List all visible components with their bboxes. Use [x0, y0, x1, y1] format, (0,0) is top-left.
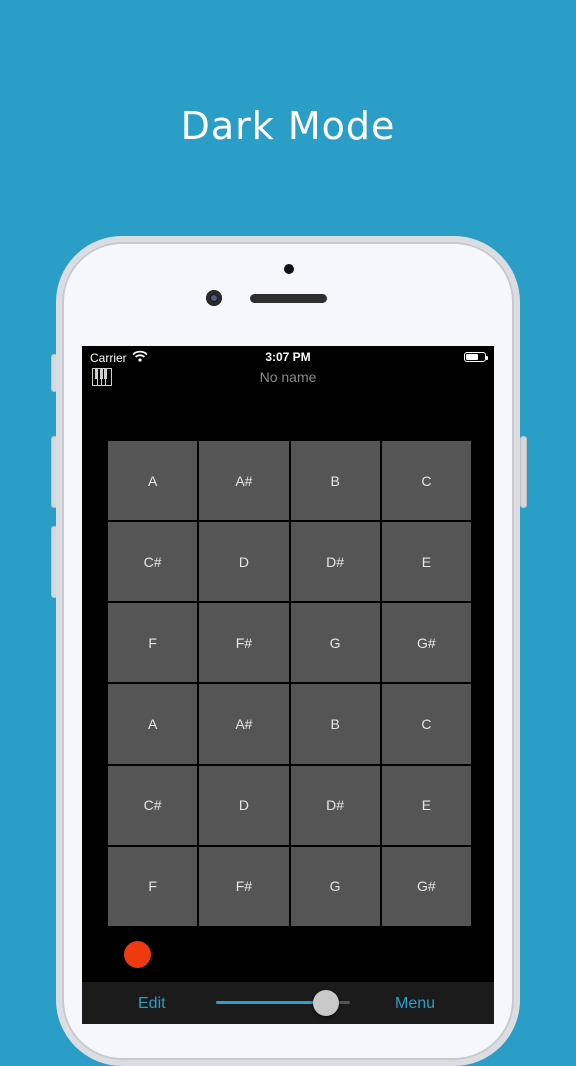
promo-headline: Dark Mode	[180, 104, 396, 148]
front-sensor	[284, 264, 294, 274]
note-pad[interactable]: G#	[381, 846, 471, 926]
document-title: No name	[259, 369, 317, 385]
pad-grid: A A# B C C# D D# E F F# G G# A A# B C C# D D# E F F# G G#	[108, 441, 471, 926]
note-pad[interactable]: B	[290, 441, 380, 521]
slider-thumb[interactable]	[312, 990, 339, 1016]
note-pad[interactable]: E	[381, 765, 471, 845]
note-pad[interactable]: E	[381, 522, 471, 602]
note-pad[interactable]: A	[108, 684, 198, 764]
note-pad[interactable]: D	[199, 522, 289, 602]
status-time: 3:07 PM	[265, 350, 311, 364]
note-pad[interactable]: A#	[199, 684, 289, 764]
battery-icon	[464, 352, 488, 362]
note-pad[interactable]: B	[290, 684, 380, 764]
note-pad[interactable]: C#	[108, 522, 198, 602]
note-pad[interactable]: F#	[199, 846, 289, 926]
note-pad[interactable]: F#	[199, 603, 289, 683]
note-pad[interactable]: F	[108, 603, 198, 683]
earpiece-speaker	[250, 294, 327, 303]
note-pad[interactable]: D#	[290, 522, 380, 602]
power-button	[520, 436, 527, 508]
volume-slider[interactable]	[216, 990, 350, 1016]
note-pad[interactable]: G	[290, 603, 380, 683]
app-screen: Carrier 3:07 PM No name A A# B C C# D D# E F F# G G…	[82, 346, 494, 1024]
note-pad[interactable]: C#	[108, 765, 198, 845]
front-camera-icon	[206, 290, 222, 306]
note-pad[interactable]: D	[199, 765, 289, 845]
note-pad[interactable]: G	[290, 846, 380, 926]
note-pad[interactable]: C	[381, 441, 471, 521]
record-button[interactable]	[124, 941, 151, 968]
note-pad[interactable]: A#	[199, 441, 289, 521]
slider-fill	[216, 1001, 326, 1004]
menu-button[interactable]: Menu	[395, 995, 435, 1013]
note-pad[interactable]: C	[381, 684, 471, 764]
edit-button[interactable]: Edit	[138, 995, 166, 1013]
note-pad[interactable]: D#	[290, 765, 380, 845]
note-pad[interactable]: F	[108, 846, 198, 926]
status-bar: Carrier 3:07 PM	[82, 346, 494, 368]
bottom-toolbar: Edit Menu	[82, 982, 494, 1024]
note-pad[interactable]: G#	[381, 603, 471, 683]
note-pad[interactable]: A	[108, 441, 198, 521]
